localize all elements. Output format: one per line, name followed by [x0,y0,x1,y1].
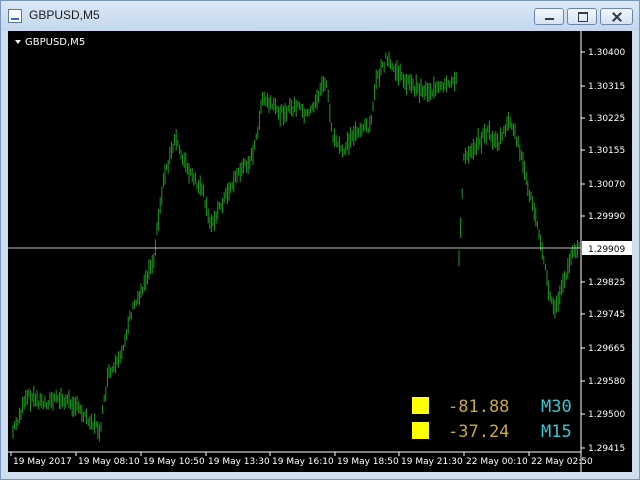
indicator-timeframe-m30: M30 [541,397,572,417]
indicator-value-m30: -81.88 [448,397,509,417]
price-bars [12,51,580,442]
time-tick-label: 19 May 2017 [13,457,72,467]
chart-app-icon [8,9,22,23]
minimize-button[interactable] [534,8,564,25]
window-title: GBPUSD,M5 [29,8,100,22]
time-tick-label: 22 May 00:10 [466,457,528,467]
price-chart[interactable]: GBPUSD,M5 1.30400 1.30315 1.30225 1.30155 1.… [8,31,632,472]
price-tick-label: 1.29745 [588,310,625,320]
price-tick-label: 1.30400 [588,48,625,58]
current-price-label: 1.29909 [588,245,625,255]
time-tick-label: 22 May 02:50 [531,457,593,467]
time-tick-label: 19 May 18:50 [337,457,399,467]
indicator-value-m15: -37.24 [448,422,509,442]
collapse-triangle-icon[interactable] [15,40,21,44]
time-scale[interactable]: 19 May 2017 19 May 08:10 19 May 10:50 19 Ma… [10,452,593,467]
indicator-square-m15 [412,422,429,439]
price-tick-label: 1.29500 [588,410,625,420]
price-tick-label: 1.29665 [588,344,625,354]
title-bar[interactable]: GBPUSD,M5 [1,1,639,31]
price-tick-label: 1.30155 [588,146,625,156]
time-tick-label: 19 May 16:10 [272,457,334,467]
chart-canvas[interactable]: GBPUSD,M5 1.30400 1.30315 1.30225 1.30155 1.… [8,31,632,472]
price-tick-label: 1.29825 [588,278,625,288]
maximize-button[interactable] [567,8,597,25]
price-tick-label: 1.29990 [588,212,625,222]
time-tick-label: 19 May 21:30 [401,457,463,467]
price-tick-label: 1.30070 [588,180,625,190]
time-tick-label: 19 May 13:30 [208,457,270,467]
close-button[interactable] [600,8,633,25]
price-tick-label: 1.29415 [588,444,625,454]
indicator-square-m30 [412,397,429,414]
price-tick-label: 1.30315 [588,82,625,92]
chart-symbol-label: GBPUSD,M5 [25,37,85,48]
time-tick-label: 19 May 10:50 [143,457,205,467]
terminal-chart-window: GBPUSD,M5 GBPUSD,M5 1.30400 1.30315 1.3022… [0,0,640,480]
time-tick-label: 19 May 08:10 [78,457,140,467]
price-tick-label: 1.29580 [588,377,625,387]
indicator-timeframe-m15: M15 [541,422,572,442]
price-tick-label: 1.30225 [588,114,625,124]
